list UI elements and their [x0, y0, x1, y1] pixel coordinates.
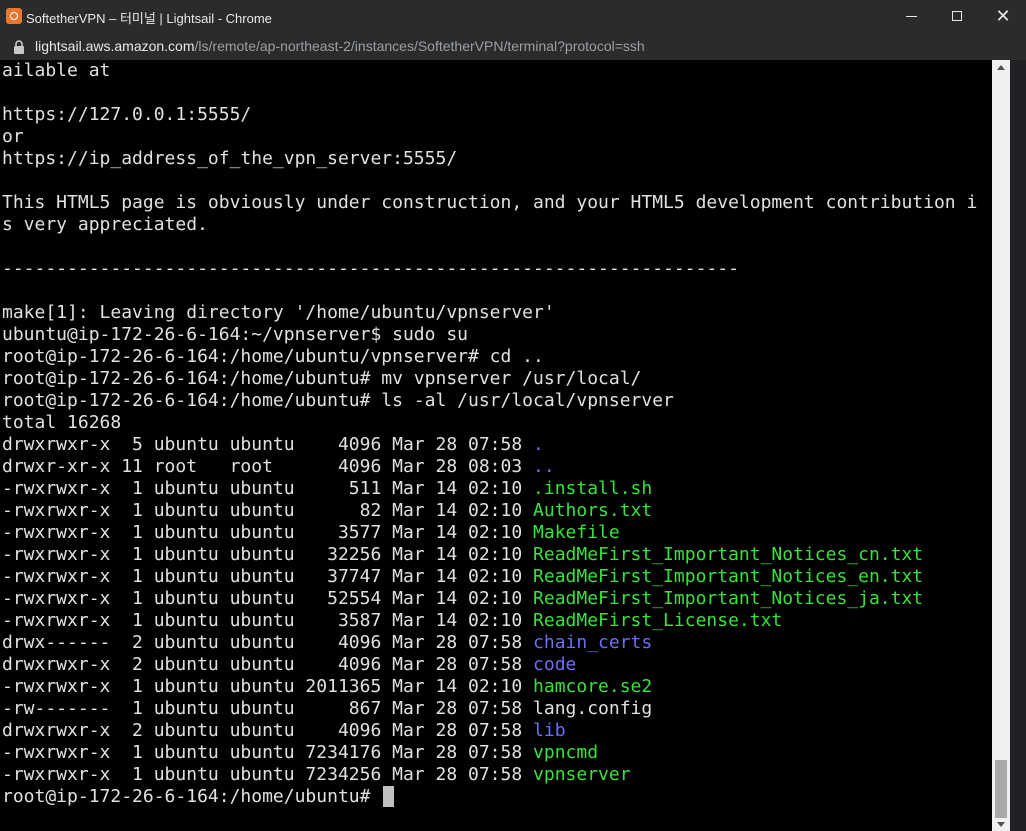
- maximize-icon: [952, 11, 962, 21]
- terminal-scrollbar[interactable]: [992, 60, 1010, 831]
- listing-filename: hamcore.se2: [533, 676, 653, 697]
- title-bar: SoftetherVPN – 터미널 | Lightsail - Chrome …: [0, 0, 1026, 32]
- terminal-line: https://ip_address_of_the_vpn_server:555…: [2, 148, 458, 169]
- ssh-terminal[interactable]: ailable at https://127.0.0.1:5555/or https…: [0, 60, 992, 831]
- terminal-line: or: [2, 126, 24, 147]
- url-host: lightsail.aws.amazon.com: [35, 38, 195, 54]
- listing-row: drwxrwxr-x 5 ubuntu ubuntu 4096 Mar 28 0…: [2, 434, 977, 456]
- listing-filename: vpncmd: [533, 742, 599, 763]
- minimize-icon: [905, 15, 917, 17]
- listing-row: drwx------ 2 ubuntu ubuntu 4096 Mar 28 0…: [2, 632, 977, 654]
- scroll-up-button[interactable]: [992, 60, 1010, 74]
- listing-row: -rwxrwxr-x 1 ubuntu ubuntu 2011365 Mar 1…: [2, 676, 977, 698]
- listing-filename: .: [533, 434, 544, 455]
- listing-row: -rwxrwxr-x 1 ubuntu ubuntu 3577 Mar 14 0…: [2, 522, 977, 544]
- terminal-output: ailable at https://127.0.0.1:5555/or https…: [2, 60, 977, 808]
- listing-row: -rwxrwxr-x 1 ubuntu ubuntu 511 Mar 14 02…: [2, 478, 977, 500]
- listing-row: -rwxrwxr-x 1 ubuntu ubuntu 3587 Mar 14 0…: [2, 610, 977, 632]
- listing-meta: drwxrwxr-x 2 ubuntu ubuntu 4096 Mar 28 0…: [2, 654, 534, 675]
- softether-app-icon: [6, 8, 22, 24]
- scroll-thumb[interactable]: [995, 760, 1007, 818]
- listing-row: drwxr-xr-x 11 root root 4096 Mar 28 08:0…: [2, 456, 977, 478]
- lock-icon: [14, 40, 24, 54]
- shell-prompt: root@ip-172-26-6-164:/home/ubuntu#: [2, 786, 382, 807]
- listing-row: -rwxrwxr-x 1 ubuntu ubuntu 32256 Mar 14 …: [2, 544, 977, 566]
- listing-filename: ReadMeFirst_Important_Notices_ja.txt: [533, 588, 924, 609]
- listing-meta: -rwxrwxr-x 1 ubuntu ubuntu 7234176 Mar 2…: [2, 742, 534, 763]
- listing-meta: drwx------ 2 ubuntu ubuntu 4096 Mar 28 0…: [2, 632, 534, 653]
- minimize-button[interactable]: [888, 0, 934, 32]
- terminal-line: root@ip-172-26-6-164:/home/ubuntu/vpnser…: [2, 346, 544, 367]
- scroll-down-button[interactable]: [992, 817, 1010, 831]
- close-icon: ✕: [995, 6, 1011, 26]
- window-border: [1010, 60, 1026, 831]
- listing-filename: chain_certs: [533, 632, 653, 653]
- listing-row: -rwxrwxr-x 1 ubuntu ubuntu 82 Mar 14 02:…: [2, 500, 977, 522]
- terminal-line: https://127.0.0.1:5555/: [2, 104, 252, 125]
- terminal-line: s very appreciated.: [2, 214, 208, 235]
- listing-meta: -rw------- 1 ubuntu ubuntu 867 Mar 28 07…: [2, 698, 534, 719]
- window-title: SoftetherVPN – 터미널 | Lightsail - Chrome: [26, 11, 272, 26]
- listing-meta: -rwxrwxr-x 1 ubuntu ubuntu 3587 Mar 14 0…: [2, 610, 534, 631]
- listing-filename: code: [533, 654, 577, 675]
- listing-meta: -rwxrwxr-x 1 ubuntu ubuntu 3577 Mar 14 0…: [2, 522, 534, 543]
- listing-meta: -rwxrwxr-x 1 ubuntu ubuntu 82 Mar 14 02:…: [2, 500, 534, 521]
- listing-filename: Authors.txt: [533, 500, 653, 521]
- listing-row: -rwxrwxr-x 1 ubuntu ubuntu 37747 Mar 14 …: [2, 566, 977, 588]
- listing-filename: ..: [533, 456, 555, 477]
- listing-row: drwxrwxr-x 2 ubuntu ubuntu 4096 Mar 28 0…: [2, 654, 977, 676]
- terminal-line: make[1]: Leaving directory '/home/ubuntu…: [2, 302, 555, 323]
- listing-row: -rw------- 1 ubuntu ubuntu 867 Mar 28 07…: [2, 698, 977, 720]
- terminal-line: ailable at: [2, 60, 111, 81]
- maximize-button[interactable]: [934, 0, 980, 32]
- listing-meta: -rwxrwxr-x 1 ubuntu ubuntu 37747 Mar 14 …: [2, 566, 534, 587]
- listing-meta: drwxrwxr-x 5 ubuntu ubuntu 4096 Mar 28 0…: [2, 434, 534, 455]
- chevron-up-icon: [997, 64, 1005, 70]
- listing-row: -rwxrwxr-x 1 ubuntu ubuntu 7234176 Mar 2…: [2, 742, 977, 764]
- terminal-line: total 16268: [2, 412, 122, 433]
- listing-filename: vpnserver: [533, 764, 631, 785]
- terminal-line: This HTML5 page is obviously under const…: [2, 192, 978, 213]
- listing-meta: drwxr-xr-x 11 root root 4096 Mar 28 08:0…: [2, 456, 534, 477]
- listing-meta: drwxrwxr-x 2 ubuntu ubuntu 4096 Mar 28 0…: [2, 720, 534, 741]
- cursor-block: [383, 786, 395, 807]
- prompt-line: root@ip-172-26-6-164:/home/ubuntu#: [2, 786, 977, 808]
- url-path: /ls/remote/ap-northeast-2/instances/Soft…: [194, 38, 645, 54]
- url-text[interactable]: lightsail.aws.amazon.com/ls/remote/ap-no…: [35, 38, 645, 54]
- close-button[interactable]: ✕: [980, 0, 1026, 32]
- listing-filename: ReadMeFirst_License.txt: [533, 610, 783, 631]
- terminal-line: root@ip-172-26-6-164:/home/ubuntu# ls -a…: [2, 390, 674, 411]
- listing-meta: -rwxrwxr-x 1 ubuntu ubuntu 7234256 Mar 2…: [2, 764, 534, 785]
- chevron-down-icon: [997, 821, 1005, 827]
- listing-row: drwxrwxr-x 2 ubuntu ubuntu 4096 Mar 28 0…: [2, 720, 977, 742]
- listing-meta: -rwxrwxr-x 1 ubuntu ubuntu 2011365 Mar 1…: [2, 676, 534, 697]
- listing-filename: ReadMeFirst_Important_Notices_en.txt: [533, 566, 924, 587]
- listing-row: -rwxrwxr-x 1 ubuntu ubuntu 52554 Mar 14 …: [2, 588, 977, 610]
- listing-filename: .install.sh: [533, 478, 653, 499]
- terminal-line: ----------------------------------------…: [2, 258, 739, 279]
- listing-filename: lib: [533, 720, 566, 741]
- listing-filename: lang.config: [533, 698, 653, 719]
- listing-filename: Makefile: [533, 522, 620, 543]
- listing-meta: -rwxrwxr-x 1 ubuntu ubuntu 32256 Mar 14 …: [2, 544, 534, 565]
- listing-meta: -rwxrwxr-x 1 ubuntu ubuntu 52554 Mar 14 …: [2, 588, 534, 609]
- terminal-line: ubuntu@ip-172-26-6-164:~/vpnserver$ sudo…: [2, 324, 468, 345]
- terminal-line: root@ip-172-26-6-164:/home/ubuntu# mv vp…: [2, 368, 642, 389]
- listing-filename: ReadMeFirst_Important_Notices_cn.txt: [533, 544, 924, 565]
- listing-row: -rwxrwxr-x 1 ubuntu ubuntu 7234256 Mar 2…: [2, 764, 977, 786]
- listing-meta: -rwxrwxr-x 1 ubuntu ubuntu 511 Mar 14 02…: [2, 478, 534, 499]
